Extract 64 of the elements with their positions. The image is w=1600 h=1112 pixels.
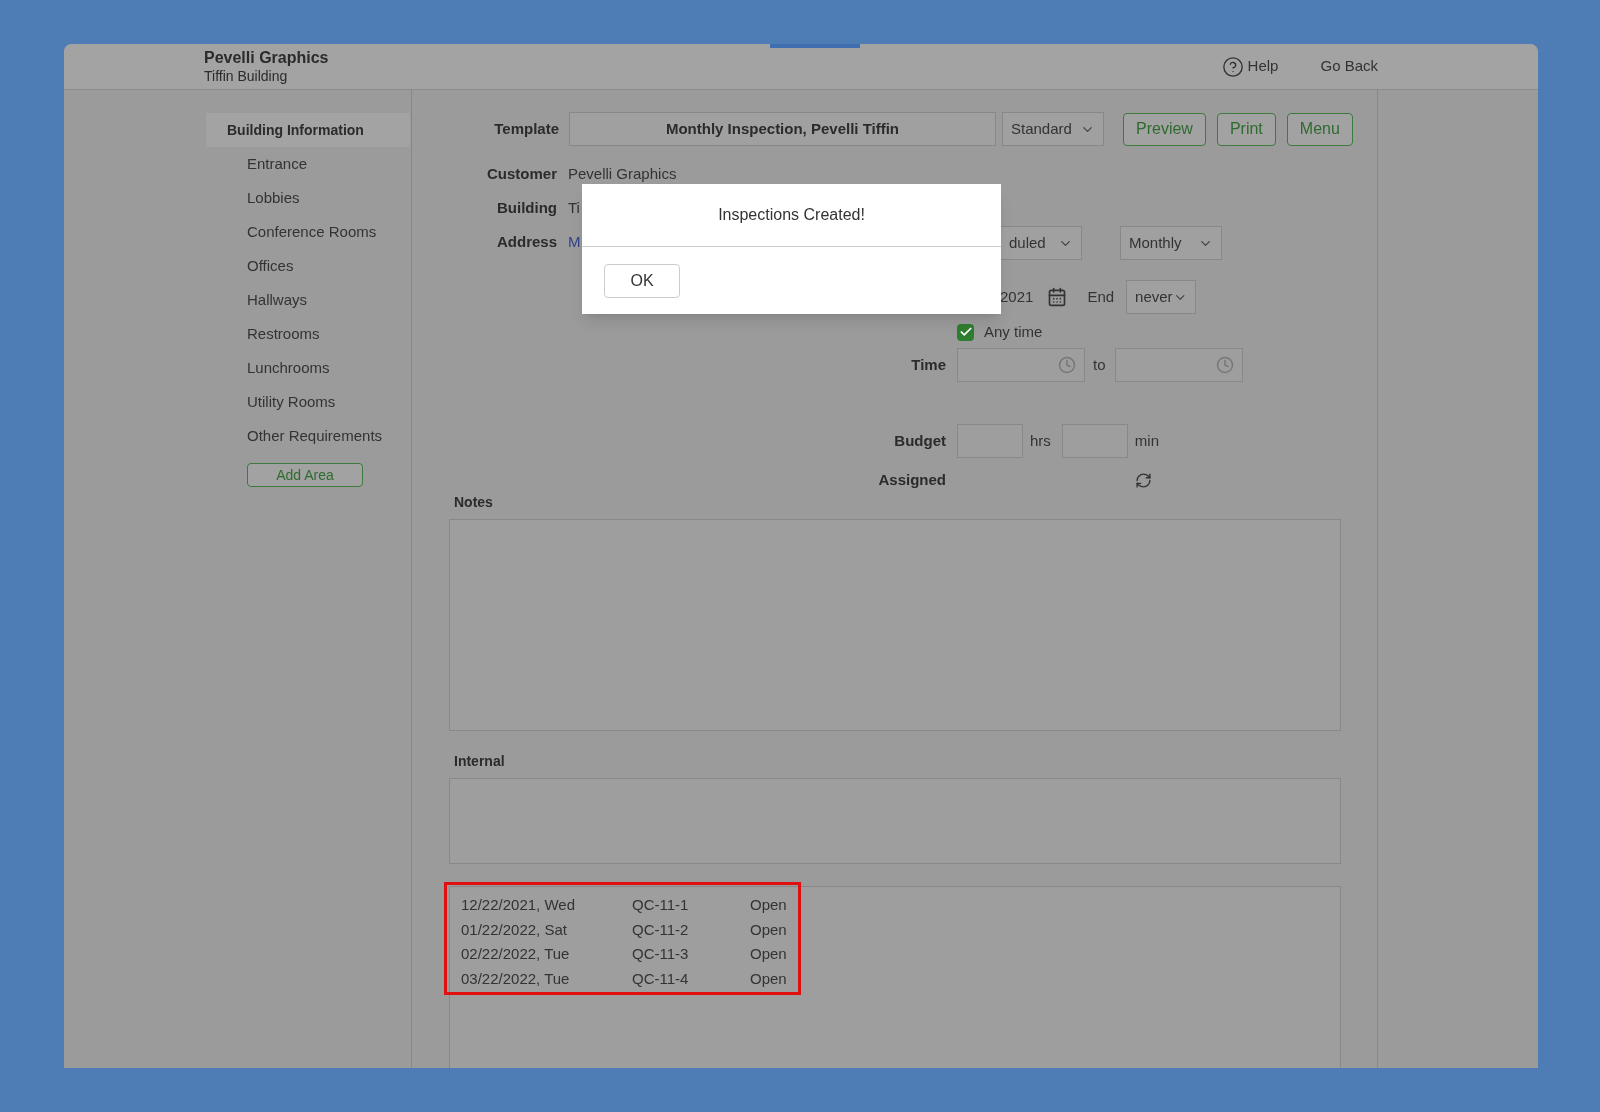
clock-icon	[1215, 356, 1234, 374]
field-label: Time	[910, 354, 946, 375]
section-label: Internal	[454, 752, 506, 771]
field-label: End	[1087, 286, 1115, 307]
date-cell-text: 02/22/2022, Tue	[461, 944, 571, 964]
field-value: Ti	[568, 197, 580, 218]
company-title: Pevelli Graphics	[204, 47, 329, 68]
dropdown[interactable]: Standard	[1002, 112, 1104, 146]
code-cell-text: QC-11-4	[632, 968, 690, 989]
checkbox-label: Any time	[984, 321, 1043, 342]
date-cell-text: 03/22/2022, Tue	[461, 968, 571, 989]
field-label: Assigned	[877, 469, 946, 490]
dropdown[interactable]: duled	[1000, 226, 1082, 260]
help-link[interactable]: Help	[1221, 55, 1279, 78]
status-cell-text: Open	[750, 968, 787, 989]
unit-label: hrs	[1030, 430, 1051, 451]
start-date-value: 2021	[1000, 286, 1034, 307]
sidebar-item[interactable]: Offices	[206, 249, 410, 283]
ok-button[interactable]: OK	[604, 263, 680, 298]
clock-icon	[1058, 356, 1076, 374]
time-field[interactable]	[1114, 348, 1243, 382]
sidebar-item[interactable]: Conference Rooms	[206, 215, 410, 249]
field-label: Building	[496, 197, 557, 218]
code-cell-text: QC-11-3	[632, 944, 690, 964]
building-subtitle: Tiffin Building	[204, 67, 289, 86]
checkbox[interactable]	[957, 323, 974, 341]
sidebar-item[interactable]: Other Requirements	[206, 419, 410, 453]
field-label: Customer	[486, 163, 557, 184]
calendar-icon[interactable]	[1047, 287, 1068, 307]
dropdown[interactable]: Monthly	[1120, 226, 1222, 260]
refresh-icon[interactable]	[1135, 471, 1152, 489]
dropdown[interactable]: never	[1126, 280, 1197, 314]
section-label: Notes	[454, 493, 494, 512]
status-cell-text: Open	[750, 919, 787, 940]
sidebar-item[interactable]: Utility Rooms	[206, 385, 410, 419]
field-label: Budget	[893, 430, 946, 451]
date-cell-text: 01/22/2022, Sat	[461, 919, 568, 940]
unit-label: min	[1134, 430, 1159, 451]
time-field[interactable]	[957, 348, 1085, 382]
sidebar-item[interactable]: Lunchrooms	[206, 351, 410, 385]
address-link[interactable]: M	[568, 230, 581, 254]
toolbar-button[interactable]: Print	[1216, 112, 1276, 146]
field-value: Pevelli Graphics	[568, 163, 677, 184]
dialog-message: Inspections Created!	[718, 205, 865, 225]
code-cell-text: QC-11-1	[632, 895, 690, 915]
toolbar-button[interactable]: Menu	[1286, 112, 1353, 146]
code-cell-text: QC-11-2	[632, 919, 690, 940]
check-icon	[958, 325, 973, 339]
status-cell-text: Open	[750, 944, 787, 964]
field-label: Template	[493, 118, 559, 139]
template-field[interactable]: Monthly Inspection, Pevelli Tiffin	[569, 112, 996, 146]
date-cell-text: 12/22/2021, Wed	[461, 895, 576, 915]
sidebar-item[interactable]: Restrooms	[206, 317, 410, 351]
field-label: Address	[495, 231, 557, 252]
sidebar-item[interactable]: Lobbies	[206, 181, 410, 215]
sidebar-item[interactable]: Building Information	[206, 113, 410, 147]
back-link[interactable]: Go Back	[1320, 55, 1378, 78]
help-icon	[1221, 55, 1244, 78]
toolbar-button[interactable]: Preview	[1123, 112, 1206, 146]
range-separator: to	[1093, 354, 1106, 375]
add-area-button[interactable]: Add Area	[247, 463, 363, 487]
sidebar-item[interactable]: Hallways	[206, 283, 410, 317]
sidebar-item[interactable]: Entrance	[206, 147, 410, 181]
status-cell-text: Open	[750, 895, 787, 915]
